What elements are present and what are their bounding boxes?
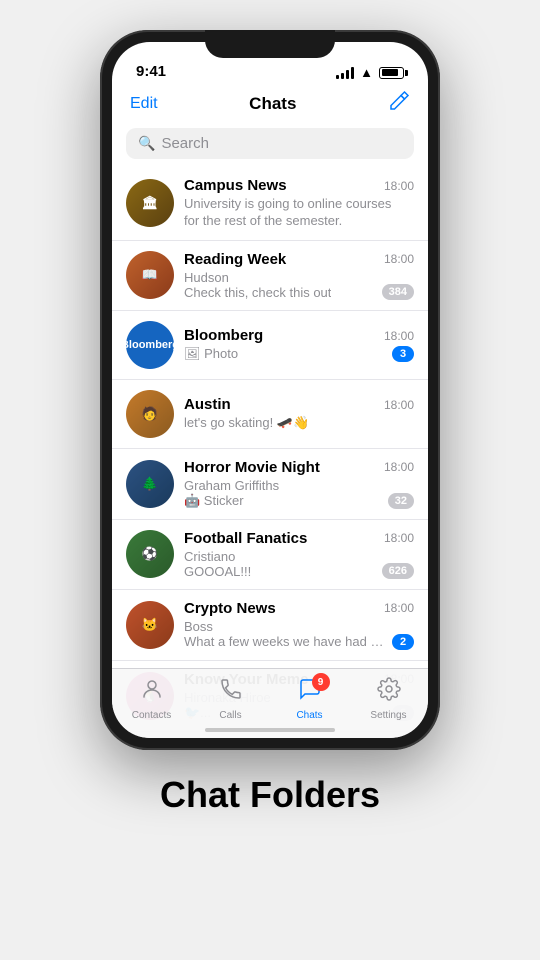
chat-preview: GOOOAL!!! — [184, 564, 251, 579]
calls-label: Calls — [219, 710, 241, 721]
list-item[interactable]: Bloomberg Bloomberg 18:00 🖼 Photo 3 — [112, 311, 428, 380]
chat-time: 18:00 — [384, 252, 414, 266]
list-item[interactable]: 🐱 Crypto News 18:00 Boss What a few week… — [112, 590, 428, 661]
status-time: 9:41 — [136, 63, 166, 80]
chat-content: Horror Movie Night 18:00 Graham Griffith… — [184, 459, 414, 509]
calls-icon — [219, 677, 243, 707]
phone-shell: 9:41 ▲ Edit Chats — [100, 30, 440, 750]
chat-name: Austin — [184, 396, 231, 413]
list-item[interactable]: 🏛 Campus News 18:00 University is going … — [112, 167, 428, 241]
chat-time: 18:00 — [384, 398, 414, 412]
chat-content: Reading Week 18:00 Hudson Check this, ch… — [184, 251, 414, 300]
unread-badge: 32 — [388, 493, 414, 509]
chat-name: Campus News — [184, 177, 287, 194]
chat-preview: let's go skating! 🛹👋 — [184, 415, 384, 431]
unread-badge: 626 — [382, 563, 414, 579]
wifi-icon: ▲ — [360, 65, 373, 80]
chat-preview: 🖼 Photo — [184, 346, 238, 362]
notch — [205, 30, 335, 58]
search-bar[interactable]: 🔍 Search — [126, 128, 414, 159]
chat-sender: Hudson — [184, 270, 331, 285]
avatar: Bloomberg — [126, 321, 174, 369]
chat-preview: University is going to online coursesfor… — [184, 196, 414, 230]
list-item[interactable]: 🌲 Horror Movie Night 18:00 Graham Griffi… — [112, 449, 428, 520]
compose-button[interactable] — [388, 90, 410, 118]
status-icons: ▲ — [336, 65, 404, 80]
chat-sender: Boss — [184, 619, 384, 634]
search-placeholder: Search — [161, 135, 209, 152]
list-item[interactable]: ⚽ Football Fanatics 18:00 Cristiano GOOO… — [112, 520, 428, 590]
unread-badge: 3 — [392, 346, 414, 362]
chat-preview: Check this, check this out — [184, 285, 331, 300]
avatar: 📖 — [126, 251, 174, 299]
chats-icon: 9 — [298, 677, 322, 707]
chat-content: Football Fanatics 18:00 Cristiano GOOOAL… — [184, 530, 414, 579]
contacts-icon — [140, 677, 164, 707]
chats-badge: 9 — [312, 673, 330, 691]
chat-content: Austin 18:00 let's go skating! 🛹👋 — [184, 396, 414, 431]
unread-badge: 384 — [382, 284, 414, 300]
list-item[interactable]: 🧑 Austin 18:00 let's go skating! 🛹👋 — [112, 380, 428, 449]
avatar: 🧑 — [126, 390, 174, 438]
chat-list: 🏛 Campus News 18:00 University is going … — [112, 167, 428, 732]
chat-content: Crypto News 18:00 Boss What a few weeks … — [184, 600, 414, 650]
chats-label: Chats — [296, 710, 322, 721]
list-item[interactable]: 📖 Reading Week 18:00 Hudson Check this, … — [112, 241, 428, 311]
chat-time: 18:00 — [384, 460, 414, 474]
chat-time: 18:00 — [384, 179, 414, 193]
tab-settings[interactable]: Settings — [349, 677, 428, 721]
chat-name: Football Fanatics — [184, 530, 307, 547]
header: Edit Chats — [112, 86, 428, 128]
unread-badge: 2 — [392, 634, 414, 650]
settings-icon — [377, 677, 401, 707]
battery-icon — [379, 67, 404, 79]
chat-name: Horror Movie Night — [184, 459, 320, 476]
avatar: 🌲 — [126, 460, 174, 508]
chat-content: Campus News 18:00 University is going to… — [184, 177, 414, 230]
avatar: ⚽ — [126, 530, 174, 578]
chat-time: 18:00 — [384, 601, 414, 615]
screen: 9:41 ▲ Edit Chats — [112, 42, 428, 738]
chat-sender: Graham Griffiths — [184, 478, 279, 493]
chat-sender: Cristiano — [184, 549, 251, 564]
chat-time: 18:00 — [384, 531, 414, 545]
search-icon: 🔍 — [138, 135, 155, 152]
chat-name: Bloomberg — [184, 327, 263, 344]
chat-content: Bloomberg 18:00 🖼 Photo 3 — [184, 327, 414, 362]
chat-name: Crypto News — [184, 600, 276, 617]
tab-chats[interactable]: 9 Chats — [270, 677, 349, 721]
avatar: 🏛 — [126, 179, 174, 227]
contacts-label: Contacts — [132, 710, 171, 721]
avatar: 🐱 — [126, 601, 174, 649]
page-title: Chat Folders — [160, 774, 380, 816]
chat-time: 18:00 — [384, 329, 414, 343]
chat-preview: 🤖 Sticker — [184, 493, 279, 509]
chat-preview: What a few weeks we have had 📈 — [184, 634, 384, 650]
tab-contacts[interactable]: Contacts — [112, 677, 191, 721]
signal-bars-icon — [336, 67, 354, 79]
home-indicator — [205, 728, 335, 732]
chats-title: Chats — [249, 94, 296, 114]
edit-button[interactable]: Edit — [130, 95, 158, 113]
chat-name: Reading Week — [184, 251, 286, 268]
settings-label: Settings — [370, 710, 406, 721]
tab-calls[interactable]: Calls — [191, 677, 270, 721]
